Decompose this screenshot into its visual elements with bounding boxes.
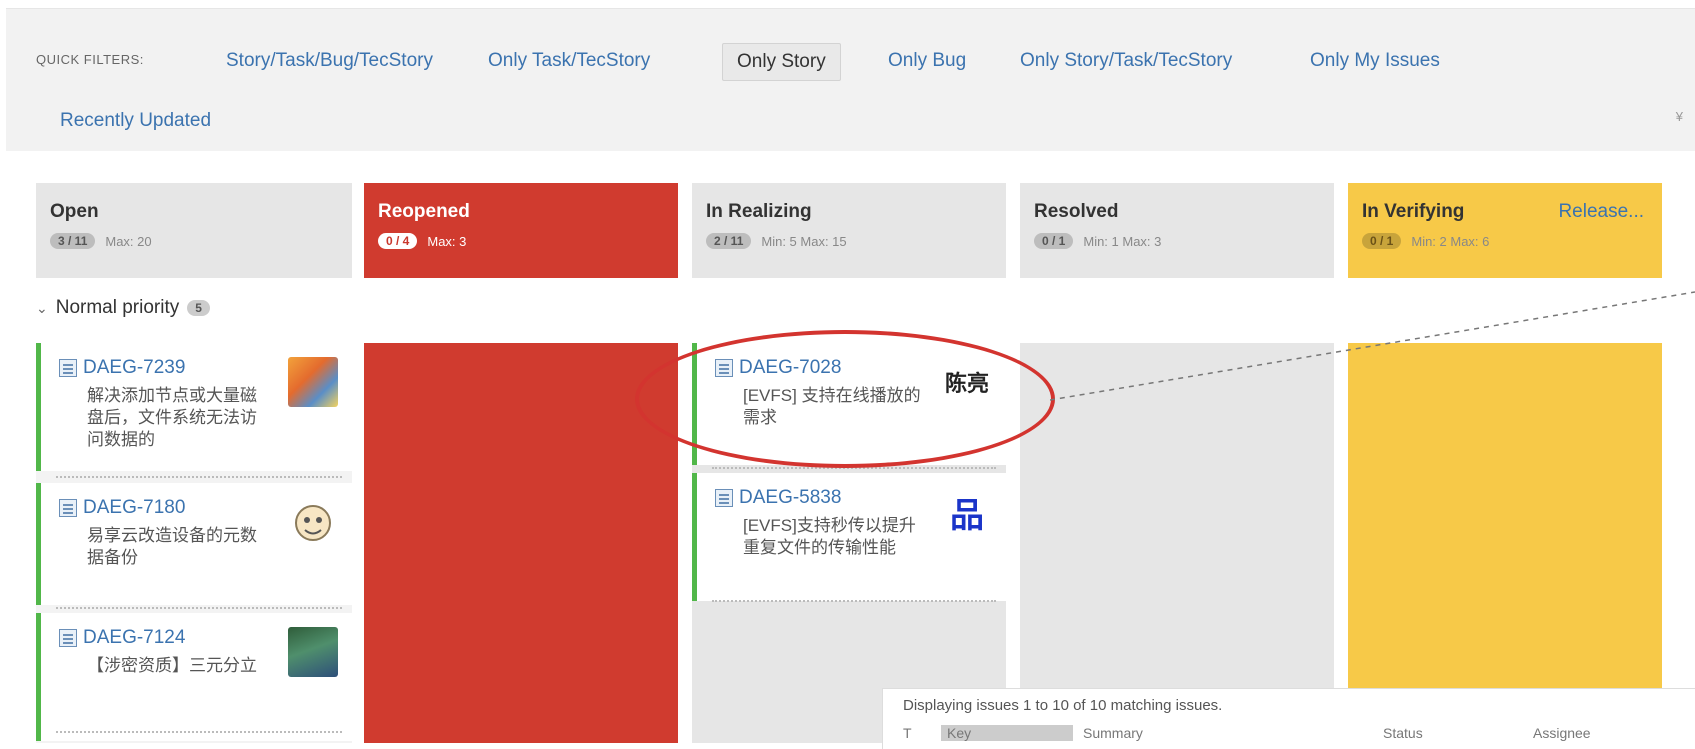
filter-only-bug[interactable]: Only Bug [874, 43, 980, 79]
issues-panel: Displaying issues 1 to 10 of 10 matching… [882, 688, 1695, 749]
issues-count-text: Displaying issues 1 to 10 of 10 matching… [903, 697, 1223, 714]
issue-summary: 解决添加节点或大量磁盘后，文件系统无法访问数据的 [87, 386, 257, 449]
column-name: Resolved [1034, 201, 1119, 222]
issue-key[interactable]: DAEG-5838 [739, 487, 841, 509]
column-name: Reopened [378, 201, 470, 222]
assignee-avatar: 品 [942, 487, 992, 537]
column-body-open: DAEG-7239 解决添加节点或大量磁盘后，文件系统无法访问数据的 DAEG-… [36, 343, 352, 743]
column-count-badge: 2 / 11 [706, 233, 752, 249]
quick-filters-bar: QUICK FILTERS: Story/Task/Bug/TecStory O… [6, 8, 1695, 151]
assignee-avatar [288, 627, 338, 677]
swimlane-label: Normal priority [55, 297, 180, 318]
filter-only-task-tecstory[interactable]: Only Task/TecStory [474, 43, 664, 79]
col-status-header[interactable]: Status [1383, 725, 1533, 741]
column-count-badge: 0 / 1 [1034, 233, 1074, 249]
col-type-header[interactable]: T [903, 725, 941, 741]
column-header-resolved: Resolved 0 / 1 Min: 1 Max: 3 [1020, 183, 1334, 278]
column-constraints: Max: 20 [105, 233, 152, 249]
chevron-down-icon[interactable]: ⌄ [36, 300, 48, 317]
column-header-open: Open 3 / 11 Max: 20 [36, 183, 352, 278]
card-divider [56, 476, 342, 478]
story-type-icon [59, 499, 77, 517]
release-link[interactable]: Release... [1558, 201, 1644, 223]
card-divider [56, 607, 342, 609]
column-constraints: Min: 1 Max: 3 [1083, 233, 1162, 249]
col-assignee-header[interactable]: Assignee [1533, 725, 1653, 741]
filter-only-story[interactable]: Only Story [722, 43, 841, 81]
issue-key[interactable]: DAEG-7239 [83, 357, 185, 379]
story-type-icon [59, 629, 77, 647]
issue-summary: 【涉密资质】三元分立 [87, 656, 257, 675]
issue-card[interactable]: DAEG-7239 解决添加节点或大量磁盘后，文件系统无法访问数据的 [36, 343, 352, 471]
issue-summary: [EVFS]支持秒传以提升重复文件的传输性能 [743, 516, 916, 557]
assignee-avatar [295, 505, 331, 541]
col-key-header[interactable]: Key [941, 725, 1073, 741]
story-type-icon [715, 489, 733, 507]
column-name: Open [50, 201, 99, 222]
quick-filters-label: QUICK FILTERS: [36, 52, 144, 67]
filter-only-story-task-tecstory[interactable]: Only Story/Task/TecStory [1006, 43, 1246, 79]
issue-summary: 易享云改造设备的元数据备份 [87, 526, 257, 567]
column-constraints: Min: 5 Max: 15 [761, 233, 847, 249]
issue-key[interactable]: DAEG-7124 [83, 627, 185, 649]
column-count-badge: 3 / 11 [50, 233, 96, 249]
assignee-avatar [288, 357, 338, 407]
issue-key[interactable]: DAEG-7180 [83, 497, 185, 519]
column-count-badge: 0 / 1 [1362, 233, 1402, 249]
column-constraints: Min: 2 Max: 6 [1411, 233, 1490, 249]
column-constraints: Max: 3 [427, 233, 467, 249]
swimlane-count-badge: 5 [187, 300, 210, 316]
filter-recently-updated[interactable]: Recently Updated [46, 103, 225, 139]
column-header-reopened: Reopened 0 / 4 Max: 3 [364, 183, 678, 278]
column-body-reopened [364, 343, 678, 743]
issue-card[interactable]: DAEG-7124 【涉密资质】三元分立 [36, 613, 352, 741]
filter-only-my-issues[interactable]: Only My Issues [1296, 43, 1454, 79]
double-chevron-down-icon[interactable]: ¥ [1676, 109, 1683, 124]
story-type-icon [59, 359, 77, 377]
card-divider [712, 600, 996, 602]
highlight-ellipse [635, 330, 1055, 468]
issue-card[interactable]: DAEG-7180 易享云改造设备的元数据备份 [36, 483, 352, 605]
swimlane-normal-priority[interactable]: ⌄ Normal priority 5 [36, 297, 210, 319]
card-divider [56, 731, 342, 733]
column-count-badge: 0 / 4 [378, 233, 418, 249]
column-header-in-realizing: In Realizing 2 / 11 Min: 5 Max: 15 [692, 183, 1006, 278]
issues-table-header: T Key Summary Status Assignee [903, 725, 1653, 741]
column-name: In Realizing [706, 201, 812, 222]
filter-story-task-bug-tecstory[interactable]: Story/Task/Bug/TecStory [212, 43, 447, 79]
col-summary-header[interactable]: Summary [1073, 725, 1383, 741]
issue-card[interactable]: DAEG-5838 [EVFS]支持秒传以提升重复文件的传输性能 品 [692, 473, 1006, 601]
column-header-in-verifying: In Verifying 0 / 1 Min: 2 Max: 6 Release… [1348, 183, 1662, 278]
annotation-dashed-line [1050, 291, 1695, 401]
